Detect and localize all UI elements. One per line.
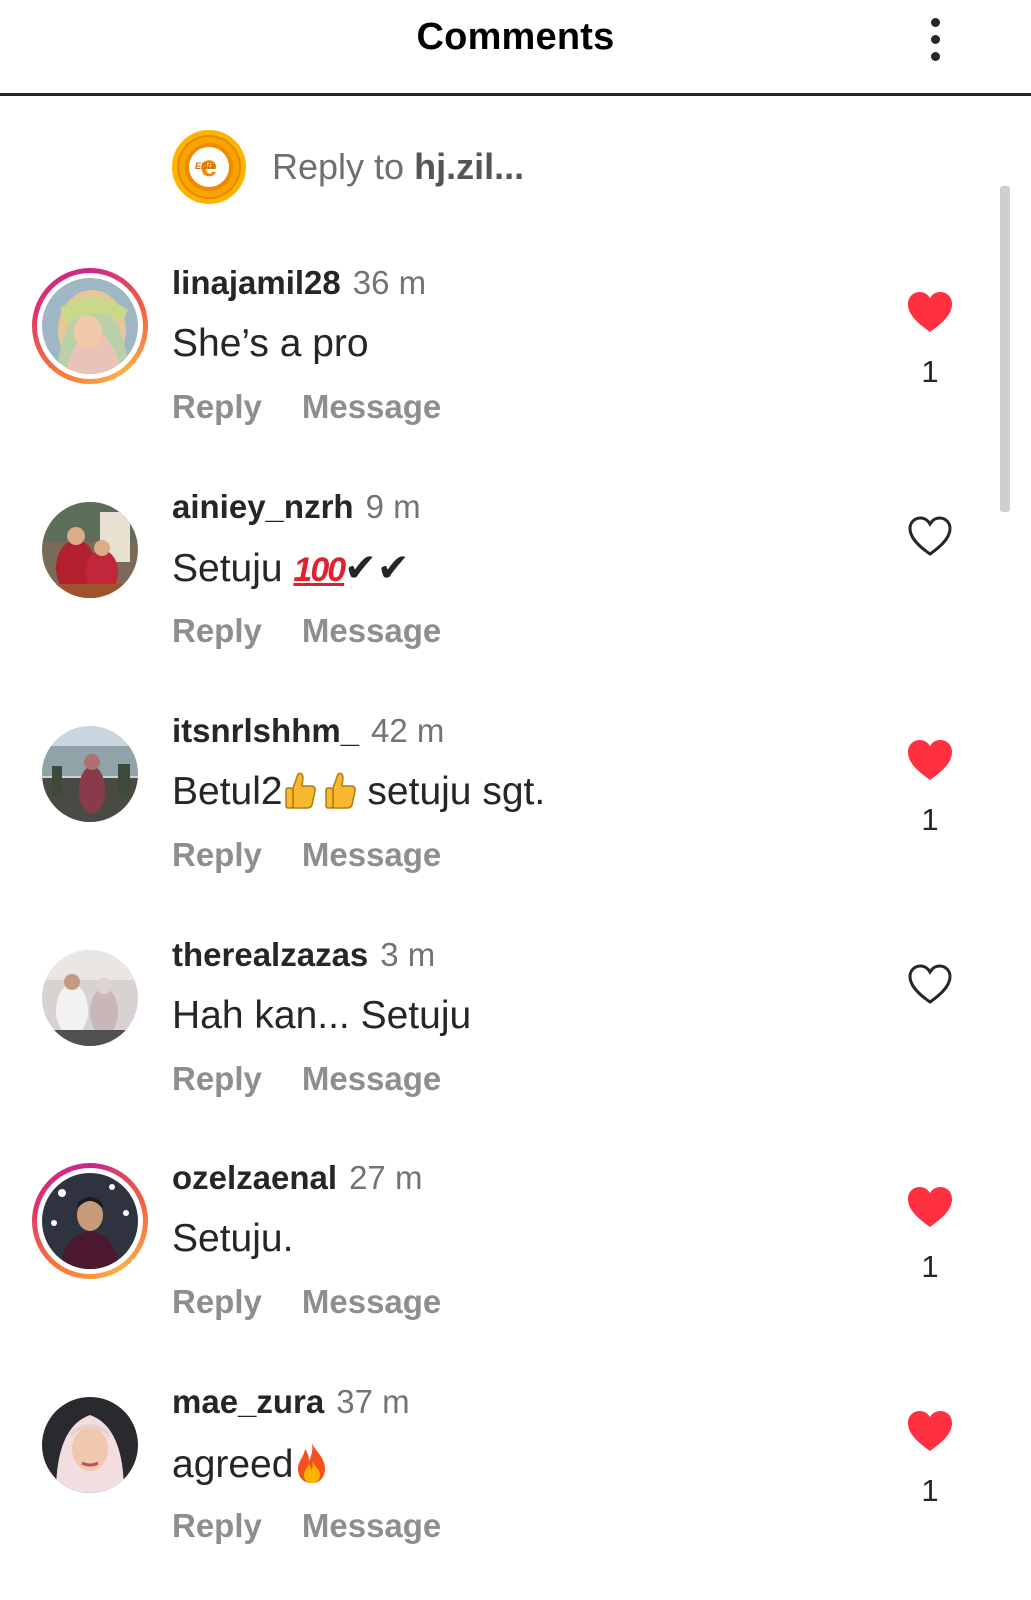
comment-time: 36 m <box>352 264 427 301</box>
comment-item: ainiey_nzrh 9 m Setuju 100✔✔ Reply Message <box>0 478 1000 688</box>
comment-actions: Reply Message <box>172 836 441 874</box>
comment-actions: Reply Message <box>172 388 441 426</box>
avatar[interactable] <box>32 716 148 832</box>
reply-target-username: hj.zil... <box>414 146 525 187</box>
comment-text-suffix: setuju sgt. <box>356 770 546 813</box>
reply-button[interactable]: Reply <box>172 1283 262 1320</box>
avatar[interactable] <box>32 1163 148 1279</box>
comment-text: agreed <box>172 1441 331 1487</box>
message-button[interactable]: Message <box>302 1060 441 1097</box>
reply-button[interactable]: Reply <box>172 836 262 873</box>
heart-filled-icon[interactable] <box>906 1185 954 1229</box>
comment-item: therealzazas 3 m Hah kan... Setuju Reply M… <box>0 926 1000 1136</box>
comment-text-prefix: Betul2 <box>172 770 283 813</box>
like-count: 1 <box>921 802 939 837</box>
like-count: 1 <box>921 1249 939 1284</box>
heart-filled-icon[interactable] <box>906 738 954 782</box>
avatar-photo <box>42 726 138 822</box>
heart-filled-icon[interactable] <box>906 290 954 334</box>
username-text: therealzazas <box>172 936 369 973</box>
comment-text: Setuju 100✔✔ <box>172 546 410 591</box>
reply-button[interactable]: Reply <box>172 612 262 649</box>
comment-username[interactable]: therealzazas 3 m <box>172 936 435 974</box>
fire-icon <box>298 1443 326 1483</box>
comment-text: She’s a pro <box>172 322 369 365</box>
comment-actions: Reply Message <box>172 1060 441 1098</box>
check-mark-icon: ✔✔ <box>344 547 410 590</box>
message-button[interactable]: Message <box>302 612 441 649</box>
avatar-photo <box>42 278 138 374</box>
reply-input[interactable]: Reply to hj.zil... <box>272 146 524 188</box>
reply-button[interactable]: Reply <box>172 388 262 425</box>
page-title: Comments <box>416 16 615 58</box>
reply-button[interactable]: Reply <box>172 1507 262 1544</box>
hundred-points-icon: 100 <box>293 551 346 589</box>
avatar-photo <box>42 950 138 1046</box>
username-text: ozelzaenal <box>172 1159 338 1196</box>
more-options-icon[interactable] <box>925 16 949 64</box>
thumbs-up-icon <box>324 772 356 809</box>
more-dot <box>931 18 940 27</box>
comment-username[interactable]: itsnrlshhm_ 42 m <box>172 712 444 750</box>
like-count: 1 <box>921 354 939 389</box>
message-button[interactable]: Message <box>302 388 441 425</box>
avatar-photo <box>42 1173 138 1269</box>
avatar[interactable] <box>32 940 148 1056</box>
avatar[interactable] <box>32 1387 148 1503</box>
comment-text-prefix: agreed <box>172 1443 294 1486</box>
like-count: 1 <box>921 1473 939 1508</box>
username-text: linajamil28 <box>172 264 341 301</box>
header-bar: Comments <box>0 0 1031 96</box>
username-text: ainiey_nzrh <box>172 488 354 525</box>
thumbs-up-icon <box>284 772 316 809</box>
comment-username[interactable]: mae_zura 37 m <box>172 1383 410 1421</box>
comment-username[interactable]: linajamil28 36 m <box>172 264 426 302</box>
comment-text: Hah kan... Setuju <box>172 994 472 1037</box>
comment-time: 37 m <box>336 1383 410 1420</box>
comment-item: linajamil28 36 m She’s a pro Reply Message… <box>0 254 1000 464</box>
message-button[interactable]: Message <box>302 836 441 873</box>
comment-time: 42 m <box>371 712 445 749</box>
comment-actions: Reply Message <box>172 612 441 650</box>
reply-button[interactable]: Reply <box>172 1060 262 1097</box>
avatar[interactable] <box>32 492 148 608</box>
comment-item: mae_zura 37 m agreed Reply Message 1 <box>0 1373 1000 1583</box>
comment-text: Betul2 setuju sgt. <box>172 770 545 814</box>
more-dot <box>931 52 940 61</box>
reply-placeholder-prefix: Reply to <box>272 146 415 187</box>
comment-item: ozelzaenal 27 m Setuju. Reply Message 1 <box>0 1149 1000 1359</box>
comment-username[interactable]: ozelzaenal 27 m <box>172 1159 422 1197</box>
message-button[interactable]: Message <box>302 1507 441 1544</box>
message-button[interactable]: Message <box>302 1283 441 1320</box>
scrollbar[interactable] <box>1000 186 1010 512</box>
reply-composer: e EDtv Reply to hj.zil... <box>0 96 1031 236</box>
comment-text-prefix: Setuju <box>172 547 294 590</box>
own-avatar: e EDtv <box>172 130 246 204</box>
username-text: itsnrlshhm_ <box>172 712 360 749</box>
comment-time: 27 m <box>349 1159 423 1196</box>
heart-filled-icon[interactable] <box>906 1409 954 1453</box>
username-text: mae_zura <box>172 1383 325 1420</box>
comment-actions: Reply Message <box>172 1283 441 1321</box>
comment-item: itsnrlshhm_ 42 m Betul2 setuju sgt. Reply… <box>0 702 1000 912</box>
comment-username[interactable]: ainiey_nzrh 9 m <box>172 488 421 526</box>
more-dot <box>931 35 940 44</box>
heart-outline-icon[interactable] <box>906 514 954 558</box>
avatar-photo <box>42 1397 138 1493</box>
comment-time: 9 m <box>365 488 421 525</box>
comment-text: Setuju. <box>172 1217 294 1260</box>
avatar-photo <box>42 502 138 598</box>
comment-actions: Reply Message <box>172 1507 441 1545</box>
comment-time: 3 m <box>380 936 436 973</box>
heart-outline-icon[interactable] <box>906 962 954 1006</box>
avatar[interactable] <box>32 268 148 384</box>
avatar-logo-label: EDtv <box>195 161 216 171</box>
